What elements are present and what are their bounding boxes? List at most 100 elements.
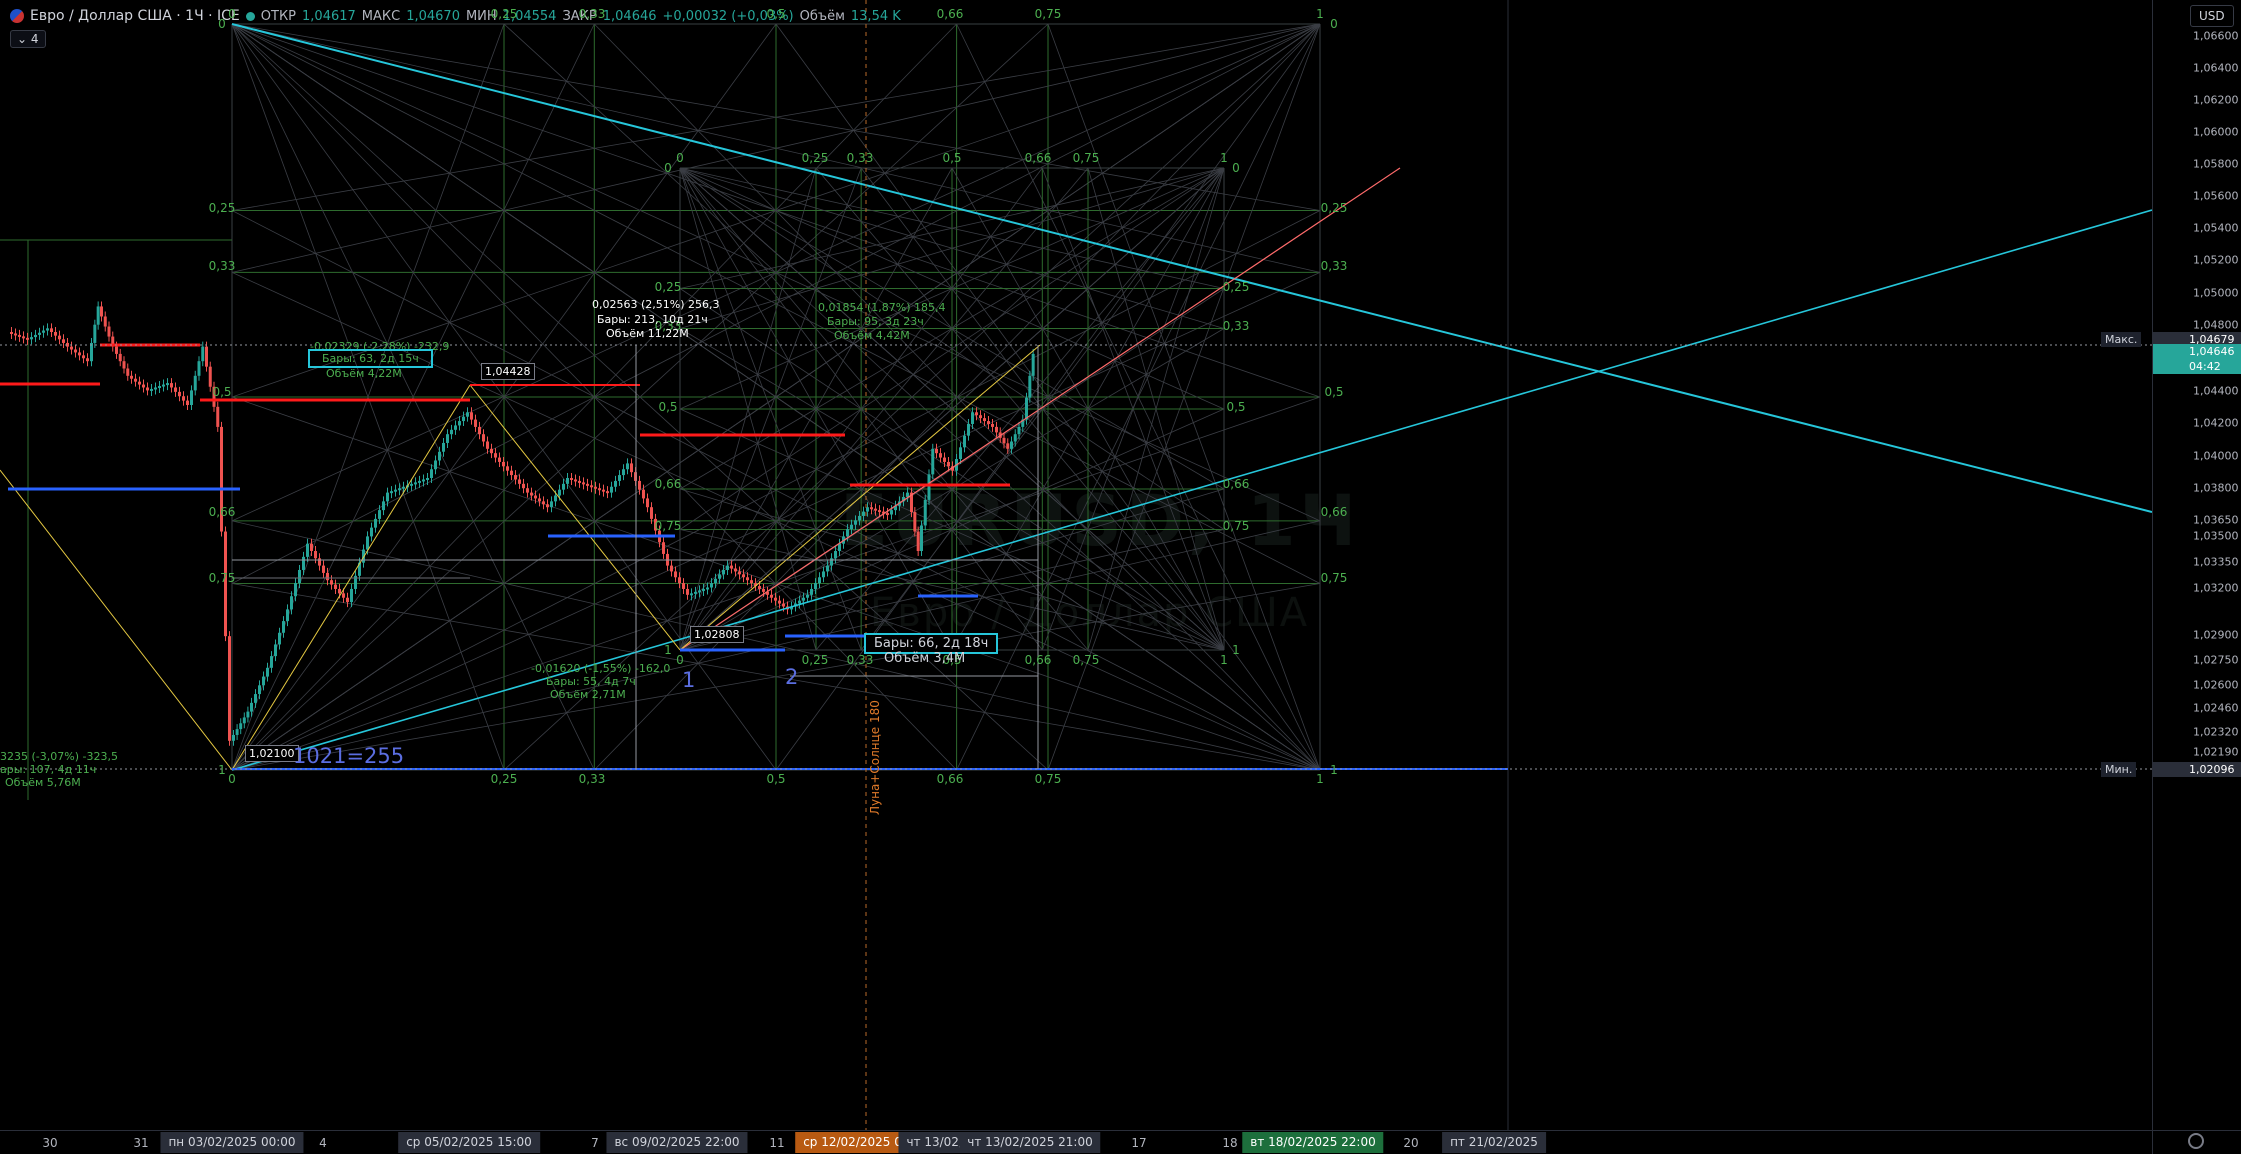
price-label-mid: 1,02808 [690, 626, 744, 643]
candle-body [242, 717, 246, 724]
astro-label: Луна+Солнце 180 [868, 700, 882, 815]
candle-body [314, 551, 317, 559]
candle-body [742, 574, 745, 578]
candle-body [1002, 437, 1006, 444]
time-tick-label: 17 [1131, 1136, 1147, 1150]
candle-body [916, 531, 920, 551]
candle-body [366, 536, 369, 550]
candle-body [834, 551, 837, 559]
candle-body [554, 495, 557, 502]
candle-body [18, 334, 21, 337]
candle-body [93, 324, 97, 343]
candle-body [434, 460, 437, 470]
candle-body [378, 510, 381, 519]
candle-body [534, 495, 537, 499]
time-axis[interactable]: 303145711171820пн 03/02/2025 00:00ср 05/… [0, 1130, 2152, 1154]
candle-body [486, 441, 489, 449]
candle-body [802, 597, 805, 601]
candle-body [526, 488, 529, 493]
candle-body [26, 337, 29, 340]
candle-body [690, 593, 693, 596]
collapse-indicators-button[interactable]: ⌄ 4 [10, 30, 46, 48]
measure-5-volume: Объём 3,4M [884, 651, 966, 666]
candle-body [1017, 426, 1021, 435]
candle-body [570, 478, 573, 480]
fib-level-label: 0,75 [208, 571, 236, 585]
candle-body [100, 306, 103, 317]
candle-body [178, 391, 181, 397]
candle-body [566, 478, 569, 484]
fib-level-label: 0,75 [1320, 571, 1348, 585]
fib-level-label: 0,33 [1222, 319, 1250, 333]
candle-body [838, 543, 841, 551]
price-tick-label: 1,02190 [2193, 745, 2239, 759]
symbol-title[interactable]: Евро / Доллар США · 1Ч · ICE [30, 8, 240, 24]
candle-body [103, 316, 107, 327]
fib-level-label: 0,33 [1320, 259, 1348, 273]
candle-body [710, 583, 713, 588]
candle-body [426, 478, 429, 480]
time-tick-label: 18 [1222, 1136, 1238, 1150]
currency-button[interactable]: USD [2190, 5, 2234, 27]
candle-body [983, 418, 986, 422]
fib-level-label: 1 [1330, 763, 1338, 777]
candle-body [294, 583, 297, 597]
candle-body [923, 499, 927, 526]
candle-body [1025, 397, 1028, 420]
candle-body [442, 442, 445, 452]
candle-body [74, 349, 77, 353]
candle-body [562, 483, 565, 490]
candle-body [943, 457, 946, 462]
chart-area[interactable]: EURUSD, 1Ч Евро / Доллар США Евро / Долл… [0, 0, 2152, 1130]
open-label: ОТКР [260, 8, 297, 24]
cyan-uptrend-line [231, 209, 2152, 771]
candle-body [146, 387, 149, 391]
measure-3-bars: Бары: 63, 2д 15ч [308, 349, 433, 368]
time-tick-label: 11 [769, 1136, 785, 1150]
candle-body [530, 492, 533, 496]
candle-body [991, 423, 994, 427]
measure-1-change: 0,02563 (2,51%) 256,3 [592, 298, 720, 311]
candle-body [931, 448, 935, 475]
candle-body [330, 580, 333, 585]
time-marker-box: пн 03/02/2025 00:00 [160, 1132, 304, 1153]
measure-6-bars: ары: 107, 4д 11ч [0, 763, 97, 776]
candle-body [510, 470, 513, 476]
candle-body [862, 511, 865, 516]
candle-body [850, 524, 853, 530]
candle-body [258, 685, 261, 695]
price-tick-label: 1,05400 [2193, 221, 2239, 235]
price-axis[interactable]: 1,06600 1,06400 1,06200 1,06000 1,05800 1,056… [2101, 0, 2241, 1130]
chart-canvas[interactable] [0, 0, 2152, 1130]
fib-level-label: 0,66 [1320, 505, 1348, 519]
price-tick-label: 1,06200 [2193, 93, 2239, 107]
settings-gear-icon[interactable] [2188, 1133, 2204, 1149]
candle-body [590, 485, 593, 488]
candle-body [190, 390, 193, 405]
candle-body [162, 384, 165, 387]
candle-body [927, 474, 931, 500]
candle-body [266, 667, 269, 677]
fib-level-label: 0,5 [658, 400, 678, 414]
fib-level-label: 0,33 [578, 7, 606, 21]
candle-body [726, 565, 729, 570]
time-marker-box: ср 05/02/2025 15:00 [398, 1132, 540, 1153]
candle-body [750, 580, 753, 584]
candle-body [158, 386, 161, 389]
candle-body [630, 463, 633, 473]
fib-level-label: 0,66 [208, 505, 236, 519]
candle-body [678, 577, 681, 584]
fib-level-label: 0,75 [1034, 7, 1062, 21]
currency-flag-icon [10, 9, 24, 23]
candle-body [418, 480, 421, 483]
fib-level-label: 1 [1316, 7, 1324, 21]
candle-body [274, 644, 277, 657]
candle-body [470, 412, 473, 420]
yellow-zigzag-line [679, 344, 1041, 651]
candle-body [326, 572, 329, 581]
candle-body [90, 342, 93, 362]
price-tick-label: 1,06600 [2193, 29, 2239, 43]
candle-body [410, 483, 413, 486]
candle-body [150, 388, 153, 391]
candle-body [702, 588, 705, 591]
